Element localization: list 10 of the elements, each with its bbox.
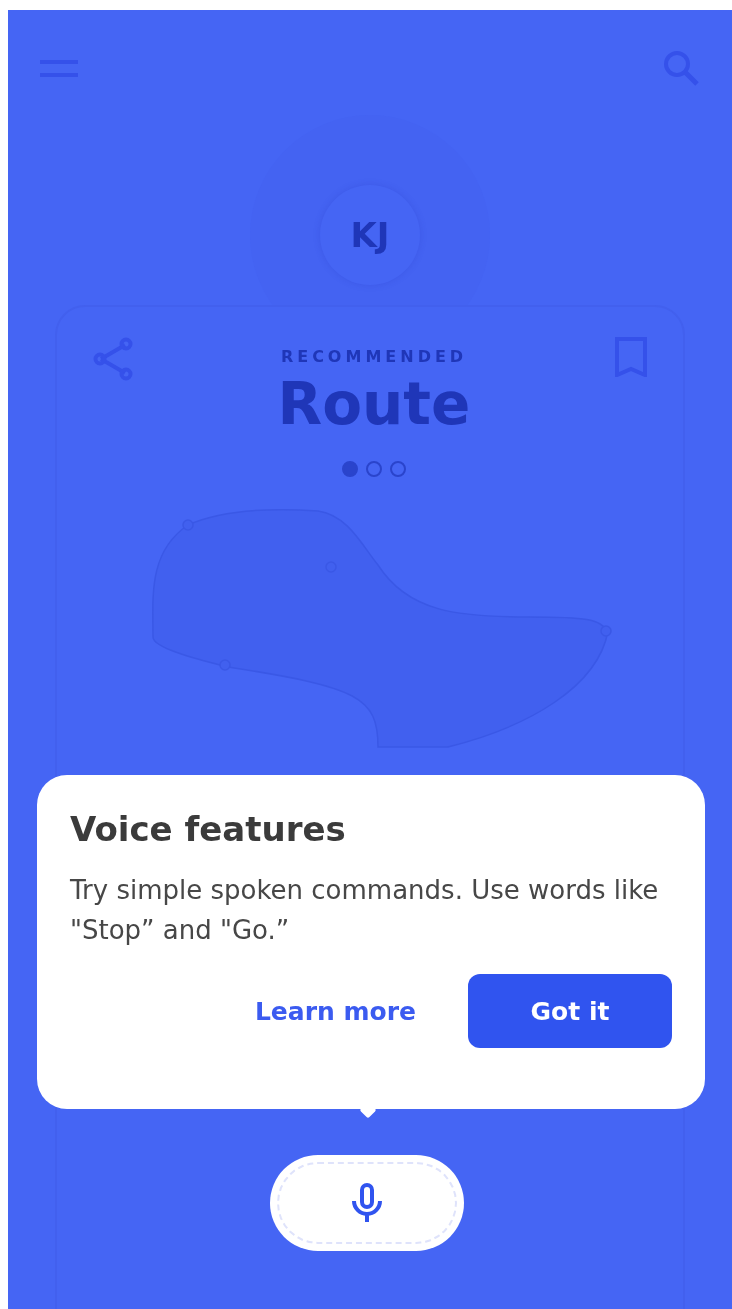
got-it-button[interactable]: Got it — [468, 974, 672, 1049]
dialog-title: Voice features — [70, 809, 347, 850]
page-dot[interactable] — [366, 460, 382, 477]
page-dot[interactable] — [390, 460, 406, 477]
learn-more-link[interactable]: Learn more — [226, 982, 444, 1041]
card-title: Route — [277, 373, 471, 437]
dialog-message: Try simple spoken commands. Use words like "Stop” and "Go.” — [70, 873, 660, 948]
card-label: RECOMMENDED — [280, 346, 468, 368]
page-dot[interactable] — [342, 460, 358, 477]
microphone-icon — [351, 1183, 383, 1223]
